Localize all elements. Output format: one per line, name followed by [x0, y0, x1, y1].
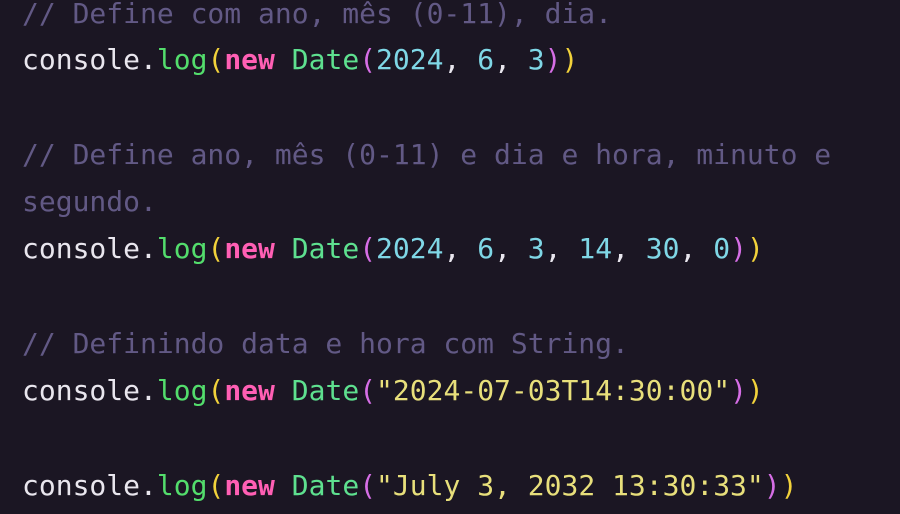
- paren-open-inner: (: [359, 43, 377, 76]
- date-class-token: Date: [291, 469, 360, 502]
- code-line-new-date-ymd: console.log(new Date(2024, 6, 3)): [22, 46, 578, 74]
- comma-token: ,: [494, 232, 528, 265]
- number-arg: 6: [477, 43, 495, 76]
- console-token: console: [22, 374, 141, 407]
- code-line-new-date-text-string: console.log(new Date("July 3, 2032 13:30…: [22, 472, 798, 500]
- paren-open: (: [207, 469, 225, 502]
- number-arg: 30: [645, 232, 680, 265]
- comma-token: ,: [679, 232, 714, 265]
- console-token: console: [22, 232, 141, 265]
- paren-close-inner: ): [544, 43, 562, 76]
- date-class-token: Date: [291, 232, 360, 265]
- comment-line-2-wrap: segundo.: [22, 185, 157, 218]
- paren-close-inner: ): [730, 374, 747, 407]
- paren-open: (: [207, 43, 225, 76]
- string-arg: "2024-07-03T14:30:00": [376, 374, 731, 407]
- date-class-token: Date: [291, 43, 360, 76]
- number-arg: 0: [713, 232, 731, 265]
- number-arg: 2024: [376, 43, 444, 76]
- number-arg: 3: [527, 43, 545, 76]
- paren-open: (: [207, 374, 225, 407]
- comment-line-1: // Define com ano, mês (0-11), dia.: [22, 0, 613, 30]
- paren-close: ): [780, 469, 798, 502]
- number-arg: 14: [578, 232, 613, 265]
- paren-close-inner: ): [730, 232, 747, 265]
- paren-open: (: [207, 232, 225, 265]
- date-class-token: Date: [291, 374, 360, 407]
- code-line-new-date-full: console.log(new Date(2024, 6, 3, 14, 30,…: [22, 235, 764, 263]
- paren-close-inner: ): [763, 469, 781, 502]
- comma-token: ,: [612, 232, 646, 265]
- comma-token: ,: [443, 232, 478, 265]
- new-keyword: new: [224, 374, 275, 407]
- comma-token: ,: [544, 232, 579, 265]
- dot-token: .: [140, 232, 157, 265]
- paren-open-inner: (: [359, 469, 377, 502]
- dot-token: .: [140, 469, 157, 502]
- log-method-token: log: [156, 374, 208, 407]
- new-keyword: new: [224, 232, 275, 265]
- code-editor: // Define com ano, mês (0-11), dia. cons…: [0, 0, 900, 514]
- console-token: console: [22, 43, 141, 76]
- comment-line-3: // Definindo data e hora com String.: [22, 327, 629, 360]
- dot-token: .: [140, 43, 157, 76]
- number-arg: 3: [527, 232, 545, 265]
- log-method-token: log: [156, 232, 208, 265]
- paren-open-inner: (: [359, 374, 377, 407]
- log-method-token: log: [156, 469, 208, 502]
- new-keyword: new: [224, 43, 275, 76]
- number-arg: 2024: [376, 232, 444, 265]
- comma-token: ,: [494, 43, 528, 76]
- comment-line-2: // Define ano, mês (0-11) e dia e hora, …: [22, 138, 832, 171]
- paren-close: ): [746, 232, 764, 265]
- paren-close: ): [746, 374, 764, 407]
- console-token: console: [22, 469, 141, 502]
- comma-token: ,: [443, 43, 478, 76]
- dot-token: .: [140, 374, 157, 407]
- new-keyword: new: [224, 469, 275, 502]
- paren-close: ): [561, 43, 579, 76]
- log-method-token: log: [156, 43, 208, 76]
- string-arg: "July 3, 2032 13:30:33": [376, 469, 764, 502]
- code-line-new-date-iso-string: console.log(new Date("2024-07-03T14:30:0…: [22, 377, 764, 405]
- paren-open-inner: (: [359, 232, 377, 265]
- number-arg: 6: [477, 232, 495, 265]
